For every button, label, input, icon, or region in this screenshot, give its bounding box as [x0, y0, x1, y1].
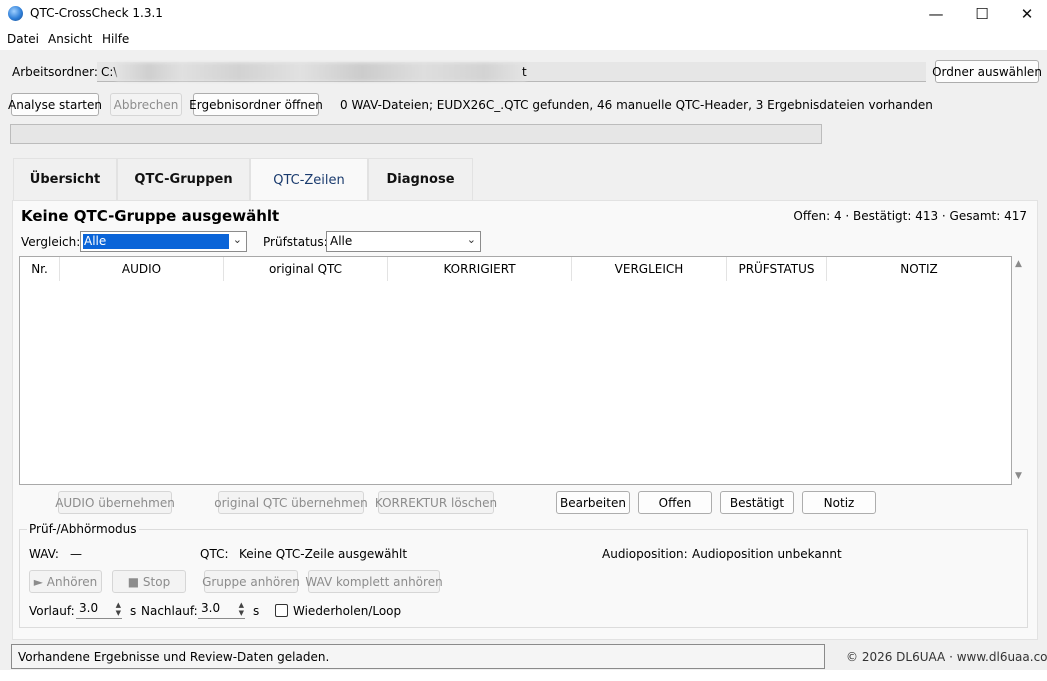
tab-uebersicht[interactable]: Übersicht [13, 158, 117, 200]
chevron-down-icon: ⌄ [466, 233, 476, 246]
window-title: QTC-CrossCheck 1.3.1 [30, 6, 163, 20]
column-header-korrigiert[interactable]: KORRIGIERT [388, 257, 572, 281]
stop-button[interactable]: ■ Stop [112, 570, 186, 593]
edit-button[interactable]: Bearbeiten [556, 491, 630, 514]
compare-filter-select[interactable]: Alle ⌄ [80, 231, 247, 252]
wav-value: — [70, 547, 82, 561]
tab-diagnose[interactable]: Diagnose [368, 158, 473, 200]
app-logo-icon [8, 6, 23, 21]
close-button[interactable]: ✕ [1004, 0, 1047, 28]
column-header-audio[interactable]: AUDIO [60, 257, 224, 281]
folder-path-prefix: C:\ [101, 65, 118, 79]
mark-open-button[interactable]: Offen [638, 491, 712, 514]
pre-roll-value: 3.0 [79, 601, 99, 615]
choose-folder-button[interactable]: Ordner auswählen [932, 60, 1042, 83]
pre-roll-unit: s [130, 604, 137, 618]
column-header-notiz[interactable]: NOTIZ [827, 257, 1011, 281]
spin-down-icon[interactable]: ▼ [239, 609, 244, 617]
folder-path-suffix: t [522, 65, 527, 79]
folder-path-redacted [116, 63, 526, 81]
qtc-label: QTC: [200, 547, 229, 561]
compare-filter-value: Alle [83, 234, 229, 249]
column-header-nr[interactable]: Nr. [20, 257, 60, 281]
status-filter-select[interactable]: Alle ⌄ [326, 231, 481, 252]
status-text: Vorhandene Ergebnisse und Review-Daten g… [18, 650, 330, 664]
tab-qtc-zeilen[interactable]: QTC-Zeilen [250, 158, 368, 201]
take-audio-button[interactable]: AUDIO übernehmen [55, 491, 175, 514]
post-roll-unit: s [253, 604, 260, 618]
post-roll-spinbox[interactable]: 3.0 ▲ ▼ [198, 600, 245, 619]
chevron-down-icon: ⌄ [232, 233, 242, 246]
post-roll-value: 3.0 [201, 601, 221, 615]
status-filter-label: Prüfstatus: [263, 235, 328, 249]
menu-datei[interactable]: Datei [7, 32, 39, 46]
minimize-button[interactable]: — [913, 0, 959, 28]
play-group-button[interactable]: Gruppe anhören [202, 570, 300, 593]
copyright-text: © 2026 DL6UAA · www.dl6uaa.com [846, 650, 1047, 664]
loop-label[interactable]: Wiederholen/Loop [293, 604, 401, 618]
qtc-value: Keine QTC-Zeile ausgewählt [239, 547, 408, 561]
spin-up-icon[interactable]: ▲ [116, 601, 121, 609]
start-analysis-button[interactable]: Analyse starten [8, 93, 102, 116]
menu-hilfe[interactable]: Hilfe [102, 32, 129, 46]
status-filter-value: Alle [330, 234, 353, 248]
audio-position-value: Audioposition unbekannt [692, 547, 842, 561]
qtc-rows-table[interactable] [19, 256, 1012, 485]
spin-up-icon[interactable]: ▲ [239, 601, 244, 609]
mark-confirmed-button[interactable]: Bestätigt [720, 491, 794, 514]
window-bottom-edge [0, 670, 1047, 681]
post-roll-label: Nachlauf: [141, 604, 198, 618]
pre-roll-label: Vorlauf: [29, 604, 75, 618]
open-results-folder-button[interactable]: Ergebnisordner öffnen [189, 93, 323, 116]
folder-label: Arbeitsordner: [12, 65, 98, 79]
audio-position-label: Audioposition: [602, 547, 688, 561]
menu-ansicht[interactable]: Ansicht [48, 32, 92, 46]
clear-correction-button[interactable]: KORREKTUR löschen [375, 491, 497, 514]
scroll-up-arrow-icon[interactable]: ▲ [1015, 259, 1022, 269]
column-header-original-qtc[interactable]: original QTC [224, 257, 388, 281]
play-button[interactable]: ► Anhören [29, 570, 102, 593]
column-header-vergleich[interactable]: VERGLEICH [572, 257, 727, 281]
menu-bar [0, 28, 1047, 50]
loop-checkbox[interactable] [275, 604, 288, 617]
review-mode-legend: Prüf-/Abhörmodus [27, 522, 139, 536]
scroll-down-arrow-icon[interactable]: ▼ [1015, 471, 1022, 481]
maximize-button[interactable]: ☐ [959, 0, 1005, 28]
cancel-button[interactable]: Abbrechen [110, 93, 182, 116]
take-original-qtc-button[interactable]: original QTC übernehmen [214, 491, 368, 514]
tab-qtc-gruppen[interactable]: QTC-Gruppen [117, 158, 250, 200]
compare-filter-label: Vergleich: [21, 235, 81, 249]
scan-summary: 0 WAV-Dateien; EUDX26C_.QTC gefunden, 46… [340, 98, 933, 112]
spin-down-icon[interactable]: ▼ [116, 609, 121, 617]
column-header-pruefstatus[interactable]: PRÜFSTATUS [727, 257, 827, 281]
wav-label: WAV: [29, 547, 59, 561]
group-heading: Keine QTC-Gruppe ausgewählt [21, 207, 280, 225]
progress-bar [10, 124, 822, 144]
pre-roll-spinbox[interactable]: 3.0 ▲ ▼ [76, 600, 122, 619]
play-full-wav-button[interactable]: WAV komplett anhören [305, 570, 443, 593]
row-stats: Offen: 4 · Bestätigt: 413 · Gesamt: 417 [793, 209, 1027, 223]
note-button[interactable]: Notiz [802, 491, 876, 514]
